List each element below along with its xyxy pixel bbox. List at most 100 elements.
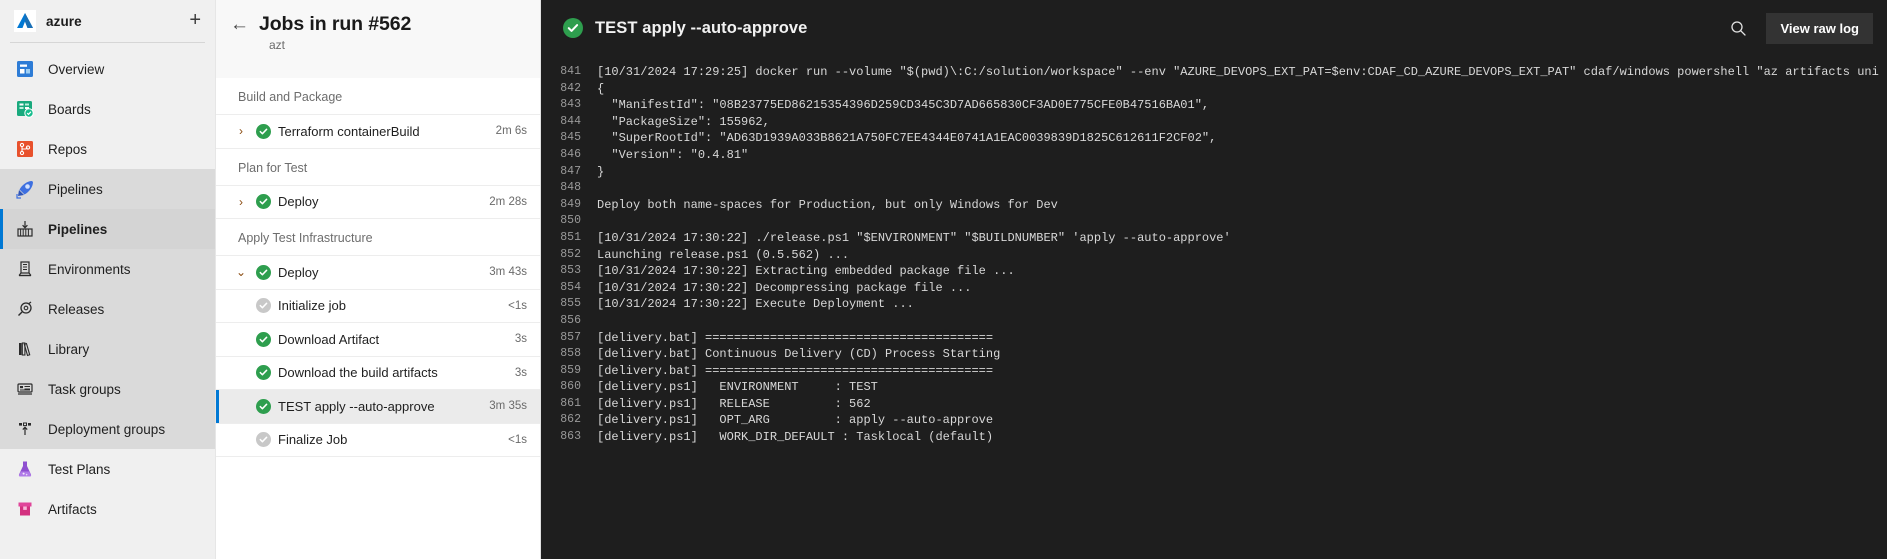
status-success-icon bbox=[252, 331, 274, 347]
log-line: 853 [10/31/2024 17:30:22] Extracting embe… bbox=[541, 263, 1887, 280]
log-line-text: [10/31/2024 17:30:22] Execute Deployment… bbox=[597, 297, 914, 312]
log-line-number: 842 bbox=[560, 81, 581, 95]
back-arrow-icon[interactable]: ← bbox=[230, 12, 249, 36]
sidebar-item-label: Environments bbox=[48, 261, 131, 277]
pipelines-rocket-icon bbox=[14, 178, 36, 200]
log-line-text: [delivery.ps1] OPT_ARG : apply --auto-ap… bbox=[597, 413, 994, 428]
task-row-selected[interactable]: TEST apply --auto-approve 3m 35s bbox=[216, 390, 540, 424]
log-line: 858 [delivery.bat] Continuous Delivery (C… bbox=[541, 346, 1887, 363]
sidebar-item-label: Repos bbox=[48, 141, 88, 157]
sidebar-item-repos[interactable]: Repos bbox=[0, 129, 215, 169]
add-new-button[interactable]: + bbox=[187, 10, 203, 33]
sidebar-item-environments[interactable]: Environments bbox=[0, 249, 215, 289]
organization-row[interactable]: azure + bbox=[0, 0, 215, 42]
job-row[interactable]: ⌄ Deploy 3m 43s bbox=[216, 256, 540, 290]
view-raw-log-button[interactable]: View raw log bbox=[1766, 12, 1873, 44]
log-line-number: 846 bbox=[560, 147, 581, 161]
task-duration: <1s bbox=[508, 299, 527, 312]
log-line-number: 859 bbox=[560, 363, 581, 377]
log-line-text: { bbox=[597, 81, 605, 96]
log-line: 862 [delivery.ps1] OPT_ARG : apply --auto… bbox=[541, 412, 1887, 429]
log-line: 841 [10/31/2024 17:29:25] docker run --vo… bbox=[541, 64, 1887, 81]
chevron-down-icon[interactable]: ⌄ bbox=[230, 265, 252, 279]
sidebar-item-boards[interactable]: Boards bbox=[0, 89, 215, 129]
repos-icon bbox=[14, 138, 36, 160]
task-row[interactable]: Finalize Job <1s bbox=[216, 423, 540, 457]
sidebar-item-test-plans[interactable]: Test Plans bbox=[0, 449, 215, 489]
task-name: Download the build artifacts bbox=[278, 365, 438, 381]
sidebar-item-artifacts[interactable]: Artifacts bbox=[0, 489, 215, 529]
task-name: Initialize job bbox=[278, 298, 346, 314]
log-line-number: 858 bbox=[560, 347, 581, 361]
log-line-number: 860 bbox=[560, 380, 581, 394]
log-line-text: [delivery.bat] =========================… bbox=[597, 330, 994, 345]
chevron-right-icon[interactable]: › bbox=[230, 195, 252, 209]
log-line-text: [delivery.ps1] RELEASE : 562 bbox=[597, 396, 871, 411]
job-row[interactable]: › Terraform containerBuild 2m 6s bbox=[216, 115, 540, 149]
log-line-text: "ManifestId": "08B23775ED86215354396D259… bbox=[597, 98, 1210, 113]
sidebar-item-label: Boards bbox=[48, 101, 91, 117]
task-duration: <1s bbox=[508, 433, 527, 446]
log-line: 847} bbox=[541, 164, 1887, 181]
log-line: 843 "ManifestId": "08B23775ED86215354396… bbox=[541, 97, 1887, 114]
overview-icon bbox=[14, 58, 36, 80]
sidebar-item-pipelines[interactable]: Pipelines bbox=[0, 209, 215, 249]
sidebar-item-label: Task groups bbox=[48, 381, 121, 397]
job-duration: 2m 28s bbox=[489, 195, 527, 208]
search-icon[interactable] bbox=[1722, 12, 1754, 44]
log-line: 845 "SuperRootId": "AD63D1939A033B8621A7… bbox=[541, 130, 1887, 147]
task-row[interactable]: Download the build artifacts 3s bbox=[216, 356, 540, 390]
log-line-number: 845 bbox=[560, 131, 581, 145]
log-line: 859 [delivery.bat] ======================… bbox=[541, 363, 1887, 380]
library-icon bbox=[14, 338, 36, 360]
log-line: 842 { bbox=[541, 81, 1887, 98]
status-success-icon bbox=[563, 18, 583, 38]
sidebar-item-library[interactable]: Library bbox=[0, 329, 215, 369]
sidebar-item-deployment-groups[interactable]: Deployment groups bbox=[0, 409, 215, 449]
artifacts-icon bbox=[14, 498, 36, 520]
log-line: 848 bbox=[541, 180, 1887, 197]
releases-icon bbox=[14, 298, 36, 320]
sidebar-item-overview[interactable]: Overview bbox=[0, 49, 215, 89]
log-line-number: 844 bbox=[560, 114, 581, 128]
log-panel: TEST apply --auto-approve View raw log 8… bbox=[541, 0, 1887, 559]
log-line-text: Deploy both name-spaces for Production, … bbox=[597, 197, 1058, 212]
task-row[interactable]: Initialize job <1s bbox=[216, 289, 540, 323]
log-line-text: [10/31/2024 17:30:22] ./release.ps1 "$EN… bbox=[597, 230, 1231, 245]
sidebar-item-label: Deployment groups bbox=[48, 421, 166, 437]
log-line: 851 [10/31/2024 17:30:22] ./release.ps1 "… bbox=[541, 230, 1887, 247]
pipeline-run-icon bbox=[14, 218, 36, 240]
log-line-text: [10/31/2024 17:29:25] docker run --volum… bbox=[597, 65, 1879, 79]
log-line-number: 855 bbox=[560, 297, 581, 311]
log-line-number: 850 bbox=[560, 214, 581, 228]
status-skipped-icon bbox=[252, 432, 274, 448]
sidebar-divider bbox=[10, 42, 205, 43]
sidebar-item-releases[interactable]: Releases bbox=[0, 289, 215, 329]
task-duration: 3s bbox=[514, 333, 527, 346]
log-line-text: Launching release.ps1 (0.5.562) ... bbox=[597, 247, 850, 262]
stage-label: Build and Package bbox=[216, 78, 540, 115]
log-line-number: 851 bbox=[560, 230, 581, 244]
log-line: 863 [delivery.ps1] WORK_DIR_DEFAULT : Tas… bbox=[541, 429, 1887, 446]
log-line-number: 857 bbox=[560, 330, 581, 344]
log-line-text: [delivery.bat] =========================… bbox=[597, 363, 994, 378]
jobs-panel: ← Jobs in run #562 azt Build and Package… bbox=[216, 0, 541, 559]
log-line-number: 861 bbox=[560, 396, 581, 410]
sidebar-item-pipelines-group[interactable]: Pipelines bbox=[0, 169, 215, 209]
task-row[interactable]: Download Artifact 3s bbox=[216, 323, 540, 357]
log-line-number: 849 bbox=[560, 197, 581, 211]
boards-icon bbox=[14, 98, 36, 120]
stage-label: Apply Test Infrastructure bbox=[216, 219, 540, 256]
job-row[interactable]: › Deploy 2m 28s bbox=[216, 185, 540, 219]
log-line-text: "PackageSize": 155962, bbox=[597, 114, 770, 129]
log-line-number: 847 bbox=[560, 164, 581, 178]
sidebar-item-task-groups[interactable]: Task groups bbox=[0, 369, 215, 409]
log-line: 844 "PackageSize": 155962, bbox=[541, 114, 1887, 131]
log-line-text: } bbox=[597, 164, 605, 179]
chevron-right-icon[interactable]: › bbox=[230, 124, 252, 138]
sidebar-item-label: Artifacts bbox=[48, 501, 97, 517]
log-line: 854 [10/31/2024 17:30:22] Decompressing p… bbox=[541, 280, 1887, 297]
task-name: Download Artifact bbox=[278, 331, 380, 347]
log-output[interactable]: 841 [10/31/2024 17:29:25] docker run --vo… bbox=[541, 56, 1887, 559]
pipeline-name: azt bbox=[269, 38, 286, 52]
